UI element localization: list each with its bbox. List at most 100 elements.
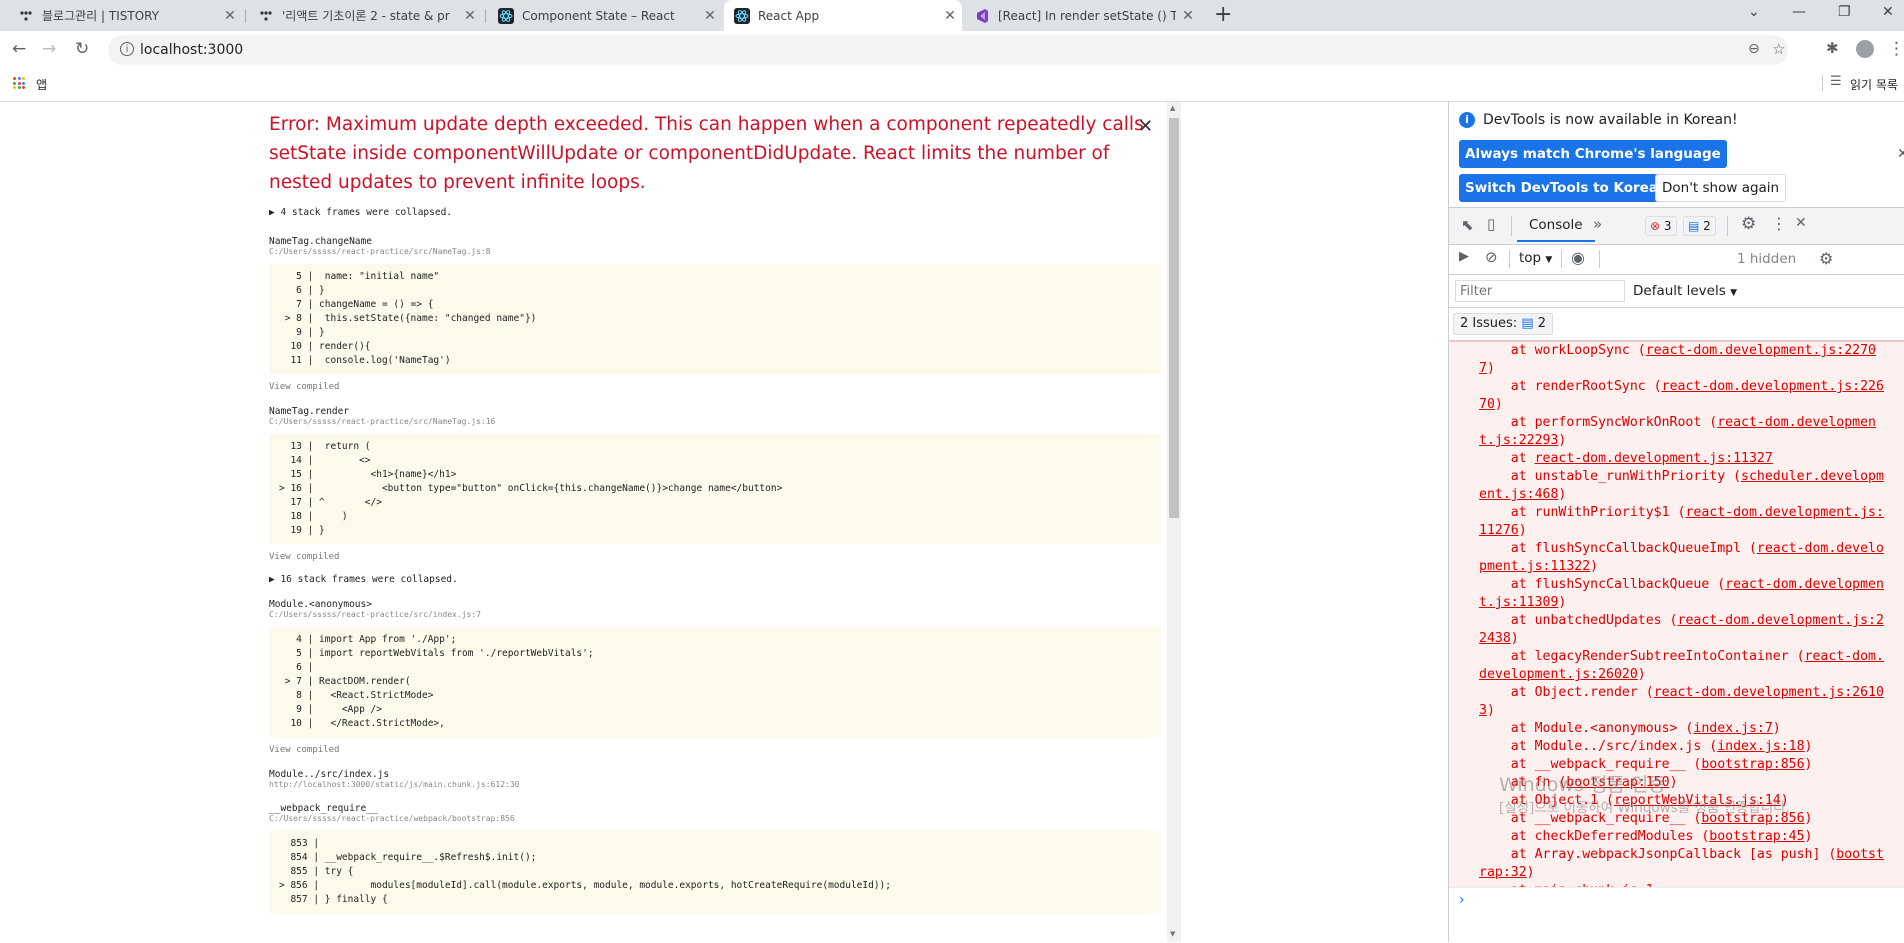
stack-trace-source-link[interactable]: index.js:7 xyxy=(1693,721,1772,736)
message-icon: ▤ xyxy=(1521,316,1534,331)
code-line: 14 | <> xyxy=(279,455,371,466)
tab-search-icon[interactable]: ⌄ xyxy=(1748,4,1760,20)
stack-trace-function: at legacyRenderSubtreeIntoContainer ( xyxy=(1479,649,1805,664)
stack-trace-source-link[interactable]: bootstrap:856 xyxy=(1701,757,1804,772)
address-bar[interactable]: i localhost:3000 ⊖ ☆ xyxy=(108,35,1788,65)
view-compiled-link[interactable]: View compiled xyxy=(269,745,1161,755)
zoom-icon[interactable]: ⊖ xyxy=(1748,41,1760,57)
back-icon[interactable]: ← xyxy=(12,39,26,59)
browser-tab-stackoverflow[interactable]: [React] In render setState () The ✕ xyxy=(964,0,1200,31)
filter-input[interactable] xyxy=(1455,280,1625,302)
forward-icon[interactable]: → xyxy=(42,39,56,59)
context-selector[interactable]: top ▼ xyxy=(1519,250,1552,266)
always-match-language-button[interactable]: Always match Chrome's language xyxy=(1459,140,1727,168)
stack-trace-function: at Array.webpackJsonpCallback [as push] … xyxy=(1479,847,1837,862)
log-levels-dropdown[interactable]: Default levels ▼ xyxy=(1633,283,1737,299)
maximize-button[interactable]: ❐ xyxy=(1838,4,1851,20)
browser-tab-component-state[interactable]: Component State – React ✕ xyxy=(488,0,722,31)
stack-trace-function: at workLoopSync ( xyxy=(1479,343,1646,358)
switch-to-korean-button[interactable]: Switch DevTools to Korean xyxy=(1459,174,1674,202)
view-compiled-link[interactable]: View compiled xyxy=(269,382,1161,392)
stack-trace-line: at Object.render (react-dom.development.… xyxy=(1479,684,1889,720)
issues-count-badge[interactable]: ▤ 2 xyxy=(1683,216,1716,236)
frame-path[interactable]: C:/Users/sssss/react-practice/src/NameTa… xyxy=(269,247,1161,256)
stack-frame: NameTag.render C:/Users/sssss/react-prac… xyxy=(269,406,1161,562)
collapsed-frames-toggle[interactable]: ▶ 16 stack frames were collapsed. xyxy=(269,574,1161,585)
stack-trace-line: at Module../src/index.js (index.js:18) xyxy=(1479,738,1889,756)
browser-tab-react-basics[interactable]: '리액트 기초이론 2 - state & pr ✕ xyxy=(248,0,482,31)
apps-grid-icon[interactable] xyxy=(13,77,25,89)
frame-path[interactable]: C:/Users/sssss/react-practice/webpack/bo… xyxy=(269,814,1161,823)
close-icon[interactable]: ✕ xyxy=(698,8,722,24)
stack-trace-source-link[interactable]: index.js:18 xyxy=(1717,739,1804,754)
view-compiled-link[interactable]: View compiled xyxy=(269,552,1161,562)
device-toolbar-icon[interactable]: ▯ xyxy=(1487,215,1495,233)
info-icon[interactable]: i xyxy=(120,42,134,56)
stack-trace-function: at unbatchedUpdates ( xyxy=(1479,613,1678,628)
console-settings-icon[interactable]: ⚙ xyxy=(1819,249,1833,268)
frame-path[interactable]: http://localhost:3000/static/js/main.chu… xyxy=(269,780,1161,789)
browser-tab-tistory-admin[interactable]: 블로그관리 | TISTORY ✕ xyxy=(8,0,242,31)
tab-console[interactable]: Console xyxy=(1517,208,1595,242)
settings-gear-icon[interactable]: ⚙ xyxy=(1741,214,1756,234)
extensions-icon[interactable]: ✱ xyxy=(1826,39,1839,57)
reading-list-icon[interactable]: ☰ xyxy=(1830,74,1842,89)
dont-show-again-button[interactable]: Don't show again xyxy=(1655,174,1787,202)
close-icon[interactable]: ✕ xyxy=(1897,146,1904,162)
close-icon[interactable]: ✕ xyxy=(1176,8,1200,24)
stack-trace-suffix: ) xyxy=(1804,811,1813,826)
code-line: 10 | render(){ xyxy=(279,341,371,352)
close-icon[interactable]: ✕ xyxy=(458,8,482,24)
stack-trace-source-link[interactable]: react-dom.development.js:11327 xyxy=(1535,451,1773,466)
tab-title: '리액트 기초이론 2 - state & pr xyxy=(282,9,450,23)
menu-icon[interactable]: ⋮ xyxy=(1888,39,1904,59)
code-line: 10 | </React.StrictMode>, xyxy=(279,718,445,729)
reading-list-label[interactable]: 읽기 목록 xyxy=(1850,76,1898,93)
stack-trace-function: at xyxy=(1479,451,1535,466)
reload-icon[interactable]: ↻ xyxy=(75,39,89,59)
minimize-button[interactable]: — xyxy=(1792,4,1806,20)
error-count-badge[interactable]: ⊗ 3 xyxy=(1645,216,1677,236)
overlay-scrollbar[interactable]: ▲ ▼ xyxy=(1167,102,1181,942)
browser-toolbar: ← → ↻ i localhost:3000 ⊖ ☆ ✱ ⋮ xyxy=(0,31,1904,69)
stack-trace-suffix: ) xyxy=(1804,829,1813,844)
code-line: 8 | <React.StrictMode> xyxy=(279,690,434,701)
console-prompt[interactable]: › xyxy=(1449,887,1904,943)
stack-trace-function: at performSyncWorkOnRoot ( xyxy=(1479,415,1718,430)
collapsed-frames-toggle[interactable]: ▶ 4 stack frames were collapsed. xyxy=(269,207,1161,218)
scrollbar-thumb[interactable] xyxy=(1169,118,1179,518)
issues-button[interactable]: 2 Issues: ▤ 2 xyxy=(1453,313,1554,335)
scroll-up-arrow-icon[interactable]: ▲ xyxy=(1170,104,1175,112)
browser-tab-react-app[interactable]: React App ✕ xyxy=(724,0,962,31)
code-line: 853 | xyxy=(279,838,320,849)
close-icon[interactable]: ✕ xyxy=(218,8,242,24)
stack-trace-suffix: ) xyxy=(1518,523,1527,538)
sidebar-toggle-icon[interactable]: ▶ xyxy=(1459,249,1469,264)
profile-avatar[interactable] xyxy=(1856,40,1874,58)
scroll-down-arrow-icon[interactable]: ▼ xyxy=(1170,930,1175,938)
frame-path[interactable]: C:/Users/sssss/react-practice/src/NameTa… xyxy=(269,417,1161,426)
inspect-element-icon[interactable]: ⬉ xyxy=(1461,216,1474,234)
bookmark-star-icon[interactable]: ☆ xyxy=(1772,40,1785,58)
close-devtools-icon[interactable]: ✕ xyxy=(1795,215,1807,231)
stack-trace-line: at flushSyncCallbackQueueImpl (react-dom… xyxy=(1479,540,1889,576)
code-line: 19 | } xyxy=(279,525,325,536)
close-window-button[interactable]: ✕ xyxy=(1882,4,1894,20)
frame-path[interactable]: C:/Users/sssss/react-practice/src/index.… xyxy=(269,610,1161,619)
frame-function: NameTag.changeName xyxy=(269,236,372,247)
code-line: > 7 | ReactDOM.render( xyxy=(279,676,411,687)
tab-strip: 블로그관리 | TISTORY ✕ '리액트 기초이론 2 - state & … xyxy=(0,0,1904,31)
close-overlay-icon[interactable]: ✕ xyxy=(1138,116,1153,137)
divider xyxy=(1599,250,1600,268)
stack-trace-source-link[interactable]: bootstrap:45 xyxy=(1709,829,1804,844)
kebab-menu-icon[interactable]: ⋮ xyxy=(1771,214,1787,233)
more-tabs-icon[interactable]: » xyxy=(1593,215,1602,233)
eye-icon[interactable]: ◉ xyxy=(1571,248,1585,267)
issues-count: 2 xyxy=(1537,316,1547,331)
new-tab-button[interactable]: + xyxy=(1214,3,1232,27)
clear-console-icon[interactable]: ⊘ xyxy=(1485,248,1498,266)
close-icon[interactable]: ✕ xyxy=(938,8,962,24)
issue-count: 2 xyxy=(1703,219,1711,233)
apps-label[interactable]: 앱 xyxy=(36,76,47,93)
stack-trace-line: at Array.webpackJsonpCallback [as push] … xyxy=(1479,846,1889,882)
